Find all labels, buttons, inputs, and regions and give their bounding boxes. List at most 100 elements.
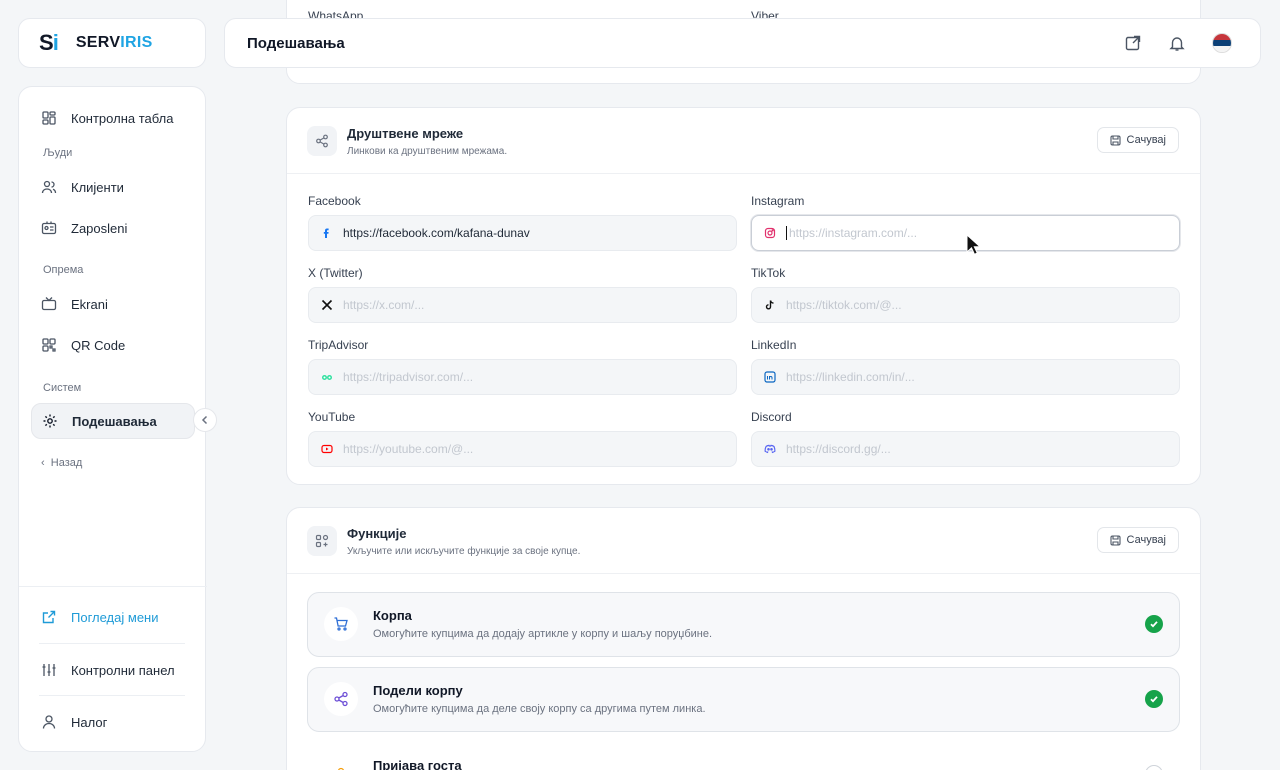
sidebar-item-dashboard[interactable]: Контролна табла [31,100,195,136]
youtube-label: YouTube [308,410,356,424]
card-subtitle: Линкови ка друштвеним мрежама. [347,146,508,157]
back-link[interactable]: ‹ Назад [41,457,82,469]
tripadvisor-input[interactable] [343,370,723,384]
sliders-icon [41,662,57,678]
share-icon [307,126,337,156]
tripadvisor-field[interactable] [308,359,737,395]
x-field[interactable] [308,287,737,323]
feature-description: Омогућите купцима да додају артикле у ко… [373,628,713,640]
x-input[interactable] [343,298,723,312]
youtube-field[interactable] [308,431,737,467]
instagram-label: Instagram [751,194,805,208]
sidebar-item-label: Налог [71,714,108,730]
tripadvisor-label: TripAdvisor [308,338,369,352]
save-button[interactable]: Сачувај [1096,527,1179,553]
view-menu-link[interactable]: Погледај мени [31,599,195,635]
section-system: Систем [43,382,82,394]
top-header: Подешавања [224,18,1261,68]
logo-text: SERVIRIS [75,34,153,51]
youtube-icon [321,443,333,455]
discord-label: Discord [751,410,792,424]
tv-icon [41,296,57,312]
qr-icon [41,337,57,353]
linkedin-icon [764,371,776,383]
text-caret [786,226,787,240]
cart-icon [324,607,358,641]
card-header: Функције Укључите или искључите функције… [287,508,1200,574]
youtube-input[interactable] [343,442,723,456]
sidebar-item-employees[interactable]: Zaposleni [31,210,195,246]
divider [39,695,185,696]
linkedin-field[interactable] [751,359,1180,395]
tripadvisor-icon [321,371,333,383]
control-panel-link[interactable]: Контролни панел [31,652,195,688]
external-link-icon[interactable] [1124,34,1142,52]
sidebar-item-label: Zaposleni [71,220,128,236]
tiktok-field[interactable] [751,287,1180,323]
discord-field[interactable] [751,431,1180,467]
sidebar-item-clients[interactable]: Клијенти [31,169,195,205]
section-people: Људи [43,147,73,159]
sidebar: Контролна табла Људи Клијенти Zaposleni … [18,86,207,752]
sidebar-item-screens[interactable]: Ekrani [31,286,195,322]
social-card: Друштвене мреже Линкови ка друштвеним мр… [286,107,1201,485]
language-flag-button[interactable] [1212,33,1232,53]
linkedin-label: LinkedIn [751,338,797,352]
divider [19,586,207,587]
user-icon [324,757,358,770]
user-icon [41,714,57,730]
facebook-input[interactable] [343,226,723,240]
feature-guest-login[interactable]: Пријава госта [307,742,1180,770]
facebook-icon [321,227,333,239]
linkedin-input[interactable] [786,370,1166,384]
share-icon [324,682,358,716]
collapse-sidebar-button[interactable] [193,408,217,432]
section-equipment: Опрема [43,264,84,276]
account-link[interactable]: Налог [31,704,195,740]
save-button[interactable]: Сачувај [1096,127,1179,153]
page-title: Подешавања [247,34,345,52]
x-icon [321,299,333,311]
tiktok-label: TikTok [751,266,786,280]
card-header: Друштвене мреже Линкови ка друштвеним мр… [287,108,1200,174]
sidebar-item-label: Контролна табла [71,110,174,126]
sidebar-item-label: QR Code [71,337,126,353]
sidebar-item-label: Ekrani [71,296,108,312]
tiktok-input[interactable] [786,298,1166,312]
x-label: X (Twitter) [308,266,363,280]
feature-description: Омогућите купцима да деле своју корпу са… [373,703,706,715]
logo-mark: Si [39,30,59,55]
feature-title: Пријава госта [373,758,462,770]
feature-grid-icon [307,526,337,556]
mouse-cursor-icon [966,233,982,261]
check-icon[interactable] [1145,690,1163,708]
instagram-icon [764,227,776,239]
external-link-icon [41,609,57,625]
card-title: Друштвене мреже [347,126,464,141]
sidebar-item-label: Подешавања [72,413,157,429]
id-card-icon [41,220,57,236]
discord-input[interactable] [786,442,1166,456]
sidebar-item-label: Клијенти [71,179,124,195]
tiktok-icon [764,299,776,311]
feature-cart[interactable]: Корпа Омогућите купцима да додају артикл… [307,592,1180,657]
facebook-label: Facebook [308,194,361,208]
feature-title: Корпа [373,608,412,623]
sidebar-item-settings[interactable]: Подешавања [31,403,195,439]
check-icon[interactable] [1145,615,1163,633]
features-card: Функције Укључите или искључите функције… [286,507,1201,770]
divider [39,643,185,644]
sidebar-item-qr[interactable]: QR Code [31,327,195,363]
logo-card[interactable]: Si SERVIRIS [18,18,206,68]
facebook-field[interactable] [308,215,737,251]
check-icon[interactable] [1145,765,1163,770]
feature-share-cart[interactable]: Подели корпу Омогућите купцима да деле с… [307,667,1180,732]
card-subtitle: Укључите или искључите функције за своје… [347,546,581,557]
bell-icon[interactable] [1168,34,1186,52]
sidebar-item-label: Погледај мени [71,609,159,625]
discord-icon [764,443,776,455]
dashboard-icon [41,110,57,126]
users-icon [41,179,57,195]
feature-title: Подели корпу [373,683,463,698]
sidebar-item-label: Контролни панел [71,662,175,678]
